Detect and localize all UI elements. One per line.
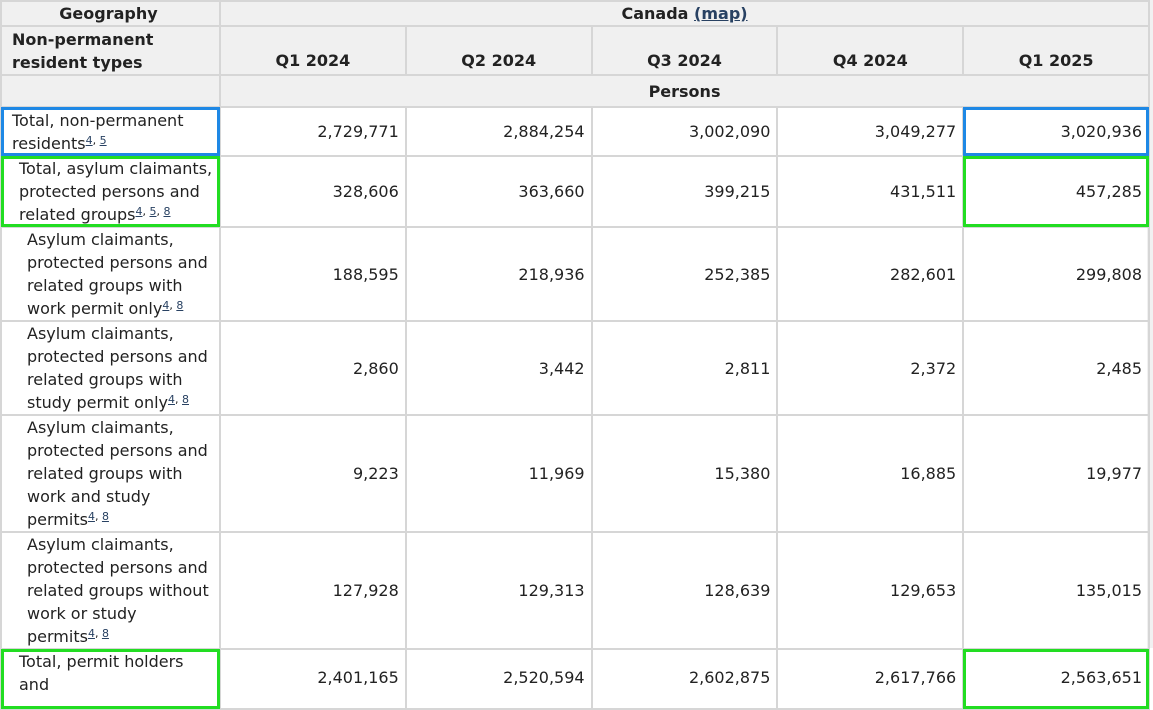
- table-row: Total, non-permanent residents4, 5 2,729,…: [0, 106, 1151, 157]
- footnote-refs: 4, 8: [162, 299, 184, 312]
- value-cell: 3,442: [404, 320, 593, 416]
- table-row: Total, permit holders and 2,401,165 2,520,…: [0, 648, 1151, 710]
- row-type-header: Non-permanent resident types: [0, 25, 221, 76]
- footnote-link[interactable]: 4: [135, 205, 142, 218]
- footnote-link[interactable]: 8: [163, 205, 170, 218]
- value-cell: 11,969: [404, 414, 593, 533]
- table-row: Asylum claimants, protected persons and …: [0, 414, 1151, 533]
- geography-value-cell: Canada (map): [218, 0, 1151, 27]
- footnote-link[interactable]: 4: [162, 299, 169, 312]
- value-cell: 431,511: [776, 155, 965, 228]
- value-cell: 282,601: [776, 226, 965, 322]
- footnote-refs: 4, 8: [87, 627, 109, 640]
- value-cell: 252,385: [590, 226, 779, 322]
- column-header-q1-2025: Q1 2025: [962, 25, 1151, 76]
- table-row: Asylum claimants, protected persons and …: [0, 320, 1151, 416]
- value-cell: 2,617,766: [776, 648, 965, 710]
- row-label: Total, permit holders and: [19, 652, 184, 694]
- value-cell: 399,215: [590, 155, 779, 228]
- footnote-link[interactable]: 8: [182, 393, 189, 406]
- row-label-cell: Asylum claimants, protected persons and …: [0, 531, 221, 650]
- value-cell: 2,860: [219, 320, 407, 416]
- footnote-link[interactable]: 8: [102, 510, 109, 523]
- value-cell: 9,223: [219, 414, 407, 533]
- row-label-cell: Total, permit holders and: [0, 648, 221, 710]
- column-header-q1-2024: Q1 2024: [219, 25, 407, 76]
- value-cell: 3,020,936: [962, 106, 1151, 157]
- column-header-q4-2024: Q4 2024: [776, 25, 965, 76]
- footnote-refs: 4, 5: [85, 133, 107, 147]
- row-label-cell: Asylum claimants, protected persons and …: [0, 226, 221, 322]
- footnote-link[interactable]: 4: [168, 393, 175, 406]
- footnote-link[interactable]: 5: [100, 134, 107, 147]
- geography-name: Canada: [621, 4, 689, 23]
- value-cell: 299,808: [962, 226, 1151, 322]
- unit-label: Persons: [218, 74, 1151, 108]
- value-cell: 15,380: [590, 414, 779, 533]
- npr-data-table: Geography Canada (map) Non-permanent res…: [0, 0, 1151, 710]
- footnote-link[interactable]: 4: [88, 627, 95, 640]
- column-header-q3-2024: Q3 2024: [590, 25, 779, 76]
- footnote-link[interactable]: 8: [176, 299, 183, 312]
- value-cell: 19,977: [962, 414, 1151, 533]
- value-cell: 457,285: [962, 155, 1151, 228]
- value-cell: 2,811: [590, 320, 779, 416]
- value-cell: 128,639: [590, 531, 779, 650]
- row-label: Total, asylum claimants, protected perso…: [19, 159, 213, 224]
- table-row: Asylum claimants, protected persons and …: [0, 226, 1151, 322]
- unit-row-spacer: [0, 74, 221, 108]
- row-label: Asylum claimants, protected persons and …: [27, 418, 208, 529]
- value-cell: 2,602,875: [590, 648, 779, 710]
- value-cell: 129,313: [404, 531, 593, 650]
- row-label-cell: Total, asylum claimants, protected perso…: [0, 155, 221, 228]
- row-label: Asylum claimants, protected persons and …: [27, 535, 209, 646]
- column-header-q2-2024: Q2 2024: [404, 25, 593, 76]
- map-link[interactable]: (map): [694, 4, 748, 23]
- table-row: Asylum claimants, protected persons and …: [0, 531, 1151, 650]
- value-cell: 2,401,165: [219, 648, 407, 710]
- value-cell: 218,936: [404, 226, 593, 322]
- footnote-link[interactable]: 5: [149, 205, 156, 218]
- value-cell: 135,015: [962, 531, 1151, 650]
- table-row: Total, asylum claimants, protected perso…: [0, 155, 1151, 228]
- footnote-link[interactable]: 8: [102, 627, 109, 640]
- value-cell: 2,520,594: [404, 648, 593, 710]
- geography-header: Geography: [0, 0, 221, 27]
- value-cell: 2,485: [962, 320, 1151, 416]
- row-label-cell: Asylum claimants, protected persons and …: [0, 414, 221, 533]
- footnote-refs: 4, 8: [168, 393, 189, 406]
- footnote-link[interactable]: 4: [86, 134, 93, 147]
- value-cell: 129,653: [776, 531, 965, 650]
- value-cell: 2,372: [776, 320, 965, 416]
- value-cell: 127,928: [219, 531, 407, 650]
- value-cell: 188,595: [219, 226, 407, 322]
- value-cell: 16,885: [776, 414, 965, 533]
- value-cell: 328,606: [219, 155, 407, 228]
- footnote-refs: 4, 8: [87, 510, 109, 523]
- value-cell: 2,563,651: [962, 648, 1151, 710]
- footnote-refs: 4, 5, 8: [135, 205, 171, 218]
- row-label-cell: Asylum claimants, protected persons and …: [0, 320, 221, 416]
- row-label-cell: Total, non-permanent residents4, 5: [0, 106, 221, 157]
- value-cell: 2,729,771: [219, 106, 407, 157]
- value-cell: 363,660: [404, 155, 593, 228]
- value-cell: 3,049,277: [776, 106, 965, 157]
- footnote-link[interactable]: 4: [88, 510, 95, 523]
- value-cell: 3,002,090: [590, 106, 779, 157]
- value-cell: 2,884,254: [404, 106, 593, 157]
